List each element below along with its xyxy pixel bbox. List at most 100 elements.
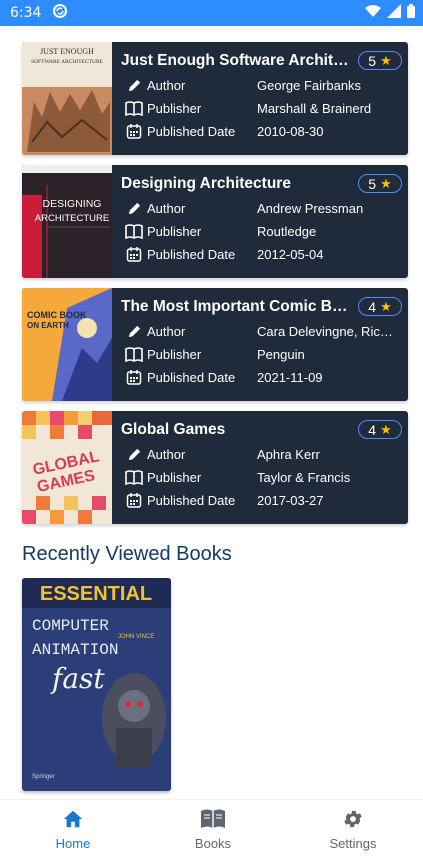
book-list: JUST ENOUGH SOFTWARE ARCHITECTURE Just E… [22, 42, 408, 534]
star-icon: ★ [380, 52, 392, 68]
rating-value: 5 [368, 52, 377, 69]
recent-cover-line1: ESSENTIAL [40, 583, 152, 605]
pencil-icon [125, 445, 143, 463]
book-icon [163, 808, 263, 832]
author-value: Andrew Pressman [257, 200, 364, 216]
publisher-row: Publisher Penguin [125, 344, 305, 364]
date-label: Published Date [147, 369, 236, 385]
cover-title-line2: ARCHITECTURE [35, 213, 109, 224]
cover-title-line2: SOFTWARE ARCHITECTURE [31, 59, 104, 65]
date-row: Published Date 2021-11-09 [125, 367, 323, 387]
rating-badge: 4 ★ [358, 297, 402, 316]
author-row: Author George Fairbanks [125, 75, 361, 95]
nav-books[interactable]: Books [163, 808, 263, 851]
date-value: 2017-03-27 [257, 492, 324, 508]
date-label: Published Date [147, 123, 236, 139]
star-icon: ★ [380, 175, 392, 191]
book-title: The Most Important Comic Book on Earth [121, 298, 351, 315]
rating-badge: 5 ★ [358, 174, 402, 193]
book-card[interactable]: DESIGNING ARCHITECTURE Designing Archite… [22, 165, 408, 278]
publisher-label: Publisher [147, 346, 202, 362]
author-label: Author [147, 323, 186, 339]
book-open-icon [125, 345, 143, 363]
recent-book-card[interactable]: ESSENTIAL COMPUTER ANIMATION fast JOHN V… [22, 578, 171, 791]
date-label: Published Date [147, 492, 236, 508]
signal-icon [387, 4, 401, 22]
book-cover-image: JUST ENOUGH SOFTWARE ARCHITECTURE [22, 42, 112, 155]
book-title: Just Enough Software Architecture: A Ris… [121, 52, 351, 69]
author-value: Cara Delevingne, Ricky Gervais [257, 323, 397, 339]
author-label: Author [147, 77, 186, 93]
book-cover-image: GLOBAL GAMES [22, 411, 112, 524]
author-row: Author Aphra Kerr [125, 444, 320, 464]
book-cover-image: DESIGNING ARCHITECTURE [22, 165, 112, 278]
recent-cover-author: JOHN VINCE [118, 634, 154, 640]
wifi-icon [365, 4, 381, 22]
nav-settings[interactable]: Settings [303, 808, 403, 851]
date-value: 2012-05-04 [257, 246, 324, 262]
publisher-value: Penguin [257, 346, 305, 362]
nav-home[interactable]: Home [23, 808, 123, 851]
book-cover-image: COMIC BOOK ON EARTH [22, 288, 112, 401]
cover-title-line2: ON EARTH [27, 321, 69, 330]
battery-icon [407, 4, 415, 22]
publisher-label: Publisher [147, 469, 202, 485]
date-value: 2010-08-30 [257, 123, 324, 139]
pencil-icon [125, 76, 143, 94]
rating-badge: 5 ★ [358, 51, 402, 70]
cover-title-line1: JUST ENOUGH [40, 47, 94, 56]
publisher-label: Publisher [147, 100, 202, 116]
date-row: Published Date 2012-05-04 [125, 244, 324, 264]
calendar-icon [125, 122, 143, 140]
author-value: Aphra Kerr [257, 446, 320, 462]
star-icon: ★ [380, 298, 392, 314]
book-title: Designing Architecture [121, 175, 291, 192]
book-card[interactable]: COMIC BOOK ON EARTH The Most Important C… [22, 288, 408, 401]
calendar-icon [125, 245, 143, 263]
book-card[interactable]: GLOBAL GAMES Global Games 4 ★ Author Aph… [22, 411, 408, 524]
bottom-navigation: Home Books Settings [0, 799, 423, 858]
book-open-icon [125, 222, 143, 240]
svg-text:Springer: Springer [32, 774, 55, 780]
date-row: Published Date 2017-03-27 [125, 490, 324, 510]
nav-books-label: Books [194, 836, 232, 851]
recent-book-cover-image: ESSENTIAL COMPUTER ANIMATION fast JOHN V… [22, 578, 171, 791]
calendar-icon [125, 368, 143, 386]
publisher-value: Taylor & Francis [257, 469, 351, 485]
publisher-label: Publisher [147, 223, 202, 239]
status-bar: 6:34 [0, 0, 423, 26]
star-icon: ★ [380, 421, 392, 437]
rating-badge: 4 ★ [358, 420, 402, 439]
book-open-icon [125, 468, 143, 486]
recent-cover-line4: fast [50, 662, 105, 695]
recent-cover-line2: COMPUTER [32, 617, 109, 635]
sync-icon [53, 4, 68, 22]
book-title: Global Games [121, 421, 226, 438]
recent-cover-line3: ANIMATION [32, 641, 118, 659]
status-time: 6:34 [10, 5, 42, 21]
publisher-value: Marshall & Brainerd [257, 100, 372, 116]
rating-value: 4 [368, 421, 377, 438]
publisher-row: Publisher Taylor & Francis [125, 467, 350, 487]
book-card[interactable]: JUST ENOUGH SOFTWARE ARCHITECTURE Just E… [22, 42, 408, 155]
rating-value: 5 [368, 175, 377, 192]
publisher-value: Routledge [257, 223, 317, 239]
author-value: George Fairbanks [257, 77, 362, 93]
rating-value: 4 [368, 298, 377, 315]
author-label: Author [147, 446, 186, 462]
author-label: Author [147, 200, 186, 216]
calendar-icon [125, 491, 143, 509]
gear-icon [303, 808, 403, 832]
nav-home-label: Home [55, 836, 91, 851]
cover-title-line1: DESIGNING [43, 198, 102, 210]
publisher-row: Publisher Routledge [125, 221, 316, 241]
section-title-recently-viewed: Recently Viewed Books [22, 543, 232, 565]
publisher-row: Publisher Marshall & Brainerd [125, 98, 371, 118]
date-label: Published Date [147, 246, 236, 262]
author-row: Author Cara Delevingne, Ricky Gervais [125, 321, 397, 341]
pencil-icon [125, 322, 143, 340]
date-row: Published Date 2010-08-30 [125, 121, 324, 141]
pencil-icon [125, 199, 143, 217]
date-value: 2021-11-09 [257, 369, 323, 385]
book-open-icon [125, 99, 143, 117]
